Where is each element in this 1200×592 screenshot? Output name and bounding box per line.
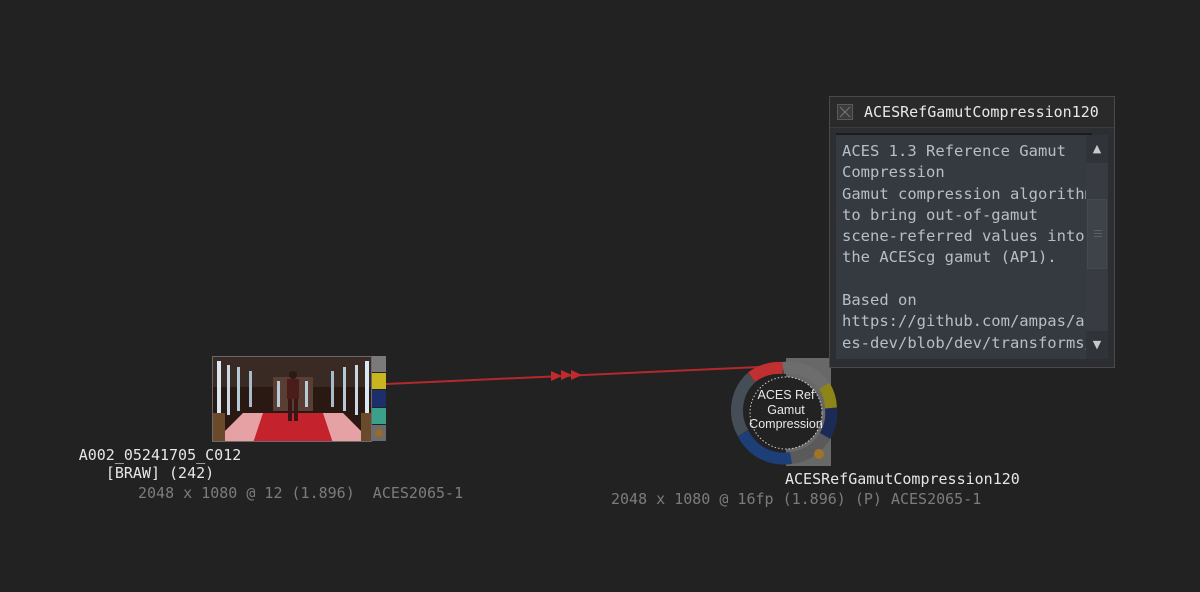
- panel-close-checkbox[interactable]: [837, 104, 853, 120]
- scroll-track[interactable]: [1086, 163, 1108, 331]
- source-node-meta: 2048 x 1080 @ 12 (1.896) ACES2065-1: [138, 484, 464, 502]
- description-scrollbar[interactable]: ▲ ▼: [1086, 135, 1108, 359]
- triangle-down-icon: ▼: [1092, 338, 1102, 351]
- effect-node-name: ACESRefGamutCompression120: [785, 470, 1020, 488]
- port-teal[interactable]: [372, 407, 386, 425]
- panel-header: ACESRefGamutCompression120: [830, 97, 1114, 128]
- triangle-up-icon: ▲: [1092, 142, 1102, 155]
- ring-navy: [819, 407, 838, 440]
- node-info-panel: ACESRefGamutCompression120 ACES 1.3 Refe…: [829, 96, 1115, 368]
- source-output-ports[interactable]: [372, 356, 386, 443]
- source-name-line1: A002_05241705_C012: [78, 446, 242, 464]
- x-icon: [839, 106, 851, 118]
- effect-node[interactable]: ACES Ref Gamut Compression: [730, 358, 841, 468]
- port-blue[interactable]: [372, 390, 386, 408]
- scroll-down-button[interactable]: ▼: [1086, 331, 1108, 359]
- description-text[interactable]: ACES 1.3 Reference Gamut Compression Gam…: [836, 133, 1092, 359]
- effect-label-line2: Gamut: [767, 403, 805, 417]
- source-name-line2: [BRAW] (242): [105, 464, 215, 482]
- source-node-name: A002_05241705_C012 [BRAW] (242): [25, 446, 295, 482]
- ring-red: [747, 361, 784, 383]
- scroll-up-button[interactable]: ▲: [1086, 135, 1108, 163]
- scroll-thumb[interactable]: [1087, 199, 1107, 269]
- panel-title: ACESRefGamutCompression120: [864, 103, 1099, 121]
- effect-label-line1: ACES Ref: [758, 388, 815, 402]
- port-output[interactable]: [372, 424, 386, 443]
- port-dot-icon: [375, 428, 383, 437]
- ring-yellow: [819, 382, 837, 409]
- port-yellow[interactable]: [372, 373, 386, 391]
- port-gray[interactable]: [372, 356, 386, 374]
- source-node[interactable]: [212, 356, 386, 443]
- source-thumbnail: [212, 356, 372, 442]
- connection-arrow-icon: [551, 370, 582, 381]
- effect-node-meta: 2048 x 1080 @ 16fp (1.896) (P) ACES2065-…: [611, 490, 982, 508]
- effect-label-line3: Compression: [749, 417, 823, 431]
- output-dot-icon[interactable]: [814, 449, 824, 459]
